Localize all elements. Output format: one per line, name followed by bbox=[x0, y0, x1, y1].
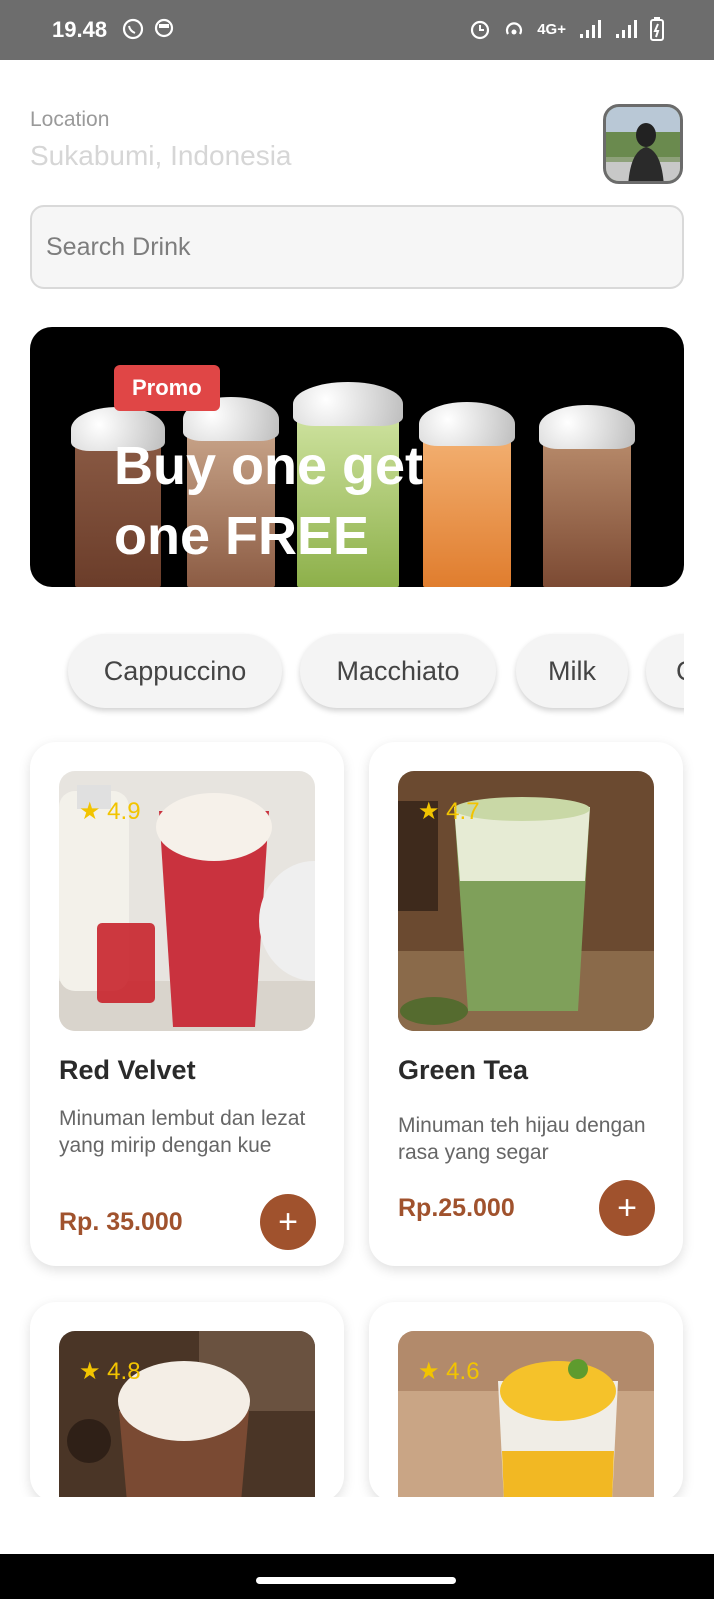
rating-badge: ★ 4.9 bbox=[79, 798, 141, 825]
bottom-spacer bbox=[0, 1497, 714, 1554]
category-chip-partial[interactable]: C bbox=[646, 634, 684, 708]
product-card-3[interactable]: ★ 4.8 bbox=[30, 1302, 344, 1502]
location-label: Location bbox=[30, 108, 110, 131]
category-list[interactable]: Cappuccino Macchiato Milk C bbox=[30, 632, 684, 722]
search-box[interactable] bbox=[30, 205, 684, 289]
battery-icon bbox=[650, 17, 664, 41]
whatsapp-icon bbox=[122, 18, 144, 40]
alarm-icon bbox=[471, 20, 490, 40]
product-image: ★ 4.6 bbox=[398, 1331, 654, 1502]
status-bar: 19.48 4G+ bbox=[0, 0, 714, 60]
promo-badge: Promo bbox=[114, 365, 220, 411]
hotspot-icon bbox=[506, 22, 523, 35]
promo-banner[interactable]: Promo Buy one get one FREE bbox=[30, 327, 684, 587]
search-input[interactable] bbox=[32, 207, 682, 287]
signal-icon bbox=[580, 20, 601, 38]
circle-app-icon bbox=[154, 18, 174, 38]
location-value[interactable]: Sukabumi, Indonesia bbox=[30, 140, 292, 172]
profile-photo bbox=[606, 107, 680, 181]
product-image: ★ 4.7 bbox=[398, 771, 654, 1031]
product-image: ★ 4.9 bbox=[59, 771, 315, 1031]
rating-badge: ★ 4.6 bbox=[418, 1358, 480, 1385]
product-name: Green Tea bbox=[398, 1055, 529, 1085]
product-card-green-tea[interactable]: ★ 4.7 Green Tea Minuman teh hijau dengan… bbox=[369, 742, 683, 1266]
category-chip-macchiato[interactable]: Macchiato bbox=[300, 634, 496, 708]
category-chip-cappuccino[interactable]: Cappuccino bbox=[68, 634, 282, 708]
product-description: Minuman teh hijau dengan rasa yang segar bbox=[398, 1114, 646, 1164]
product-description: Minuman lembut dan lezat yang mirip deng… bbox=[59, 1107, 306, 1157]
rating-badge: ★ 4.8 bbox=[79, 1358, 141, 1385]
product-price: Rp. 35.000 bbox=[59, 1208, 183, 1236]
status-time: 19.48 bbox=[52, 17, 108, 42]
avatar[interactable] bbox=[603, 104, 683, 184]
signal-icon bbox=[616, 20, 637, 38]
promo-title: Buy one get one FREE bbox=[114, 436, 424, 566]
product-price: Rp.25.000 bbox=[398, 1194, 515, 1222]
network-type: 4G+ bbox=[537, 20, 566, 38]
product-name: Red Velvet bbox=[59, 1055, 196, 1085]
product-card-4[interactable]: ★ 4.6 bbox=[369, 1302, 683, 1502]
rating-badge: ★ 4.7 bbox=[418, 798, 480, 825]
home-indicator[interactable] bbox=[256, 1577, 456, 1584]
category-chip-milk[interactable]: Milk bbox=[516, 634, 628, 708]
product-card-red-velvet[interactable]: ★ 4.9 Red Velvet Minuman lembut dan leza… bbox=[30, 742, 344, 1266]
add-to-cart-button[interactable]: + bbox=[260, 1194, 316, 1250]
add-to-cart-button[interactable]: + bbox=[599, 1180, 655, 1236]
product-image: ★ 4.8 bbox=[59, 1331, 315, 1502]
